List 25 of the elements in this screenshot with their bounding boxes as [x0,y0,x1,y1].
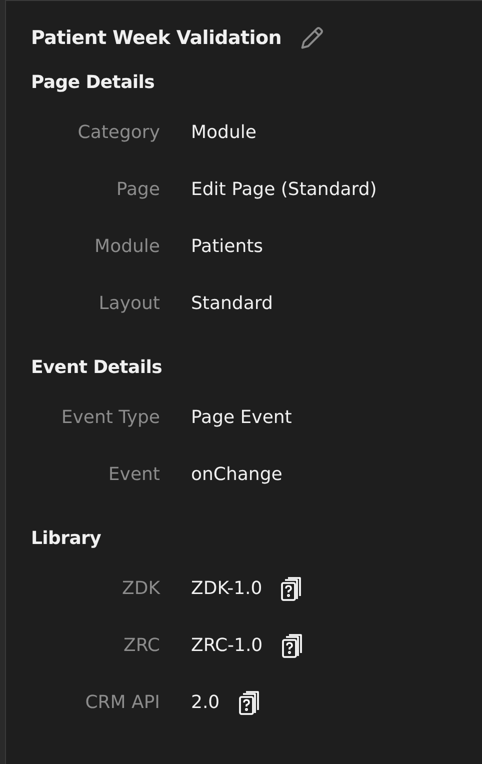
section-heading: Event Details [31,356,163,380]
field-value: Module [191,122,256,143]
field-value: Patients [191,236,264,257]
field-label: Layout [98,293,160,314]
field-label: Page [115,179,160,200]
field-value: Edit Page (Standard) [191,179,377,200]
field-value: Standard [191,293,273,314]
help-document-icon[interactable] [238,690,262,716]
section-heading: Library [31,527,102,551]
help-document-icon[interactable] [280,632,305,658]
section-heading: Page Details [31,71,156,95]
field-label: CRM API [84,692,160,713]
field-label: Module [94,236,160,257]
field-value: 2.0 [191,692,220,713]
field-value: ZRC-1.0 [191,635,263,656]
field-value: Page Event [191,407,292,428]
field-label: ZDK [121,578,160,599]
field-label: Category [76,122,160,143]
field-label: Event [107,464,160,485]
field-value: onChange [191,464,282,485]
field-value: ZDK-1.0 [191,578,262,599]
field-label: ZRC [122,635,160,656]
edit-icon[interactable] [299,25,326,51]
panel-title: Patient Week Validation [31,27,282,49]
field-label: Event Type [60,407,160,428]
